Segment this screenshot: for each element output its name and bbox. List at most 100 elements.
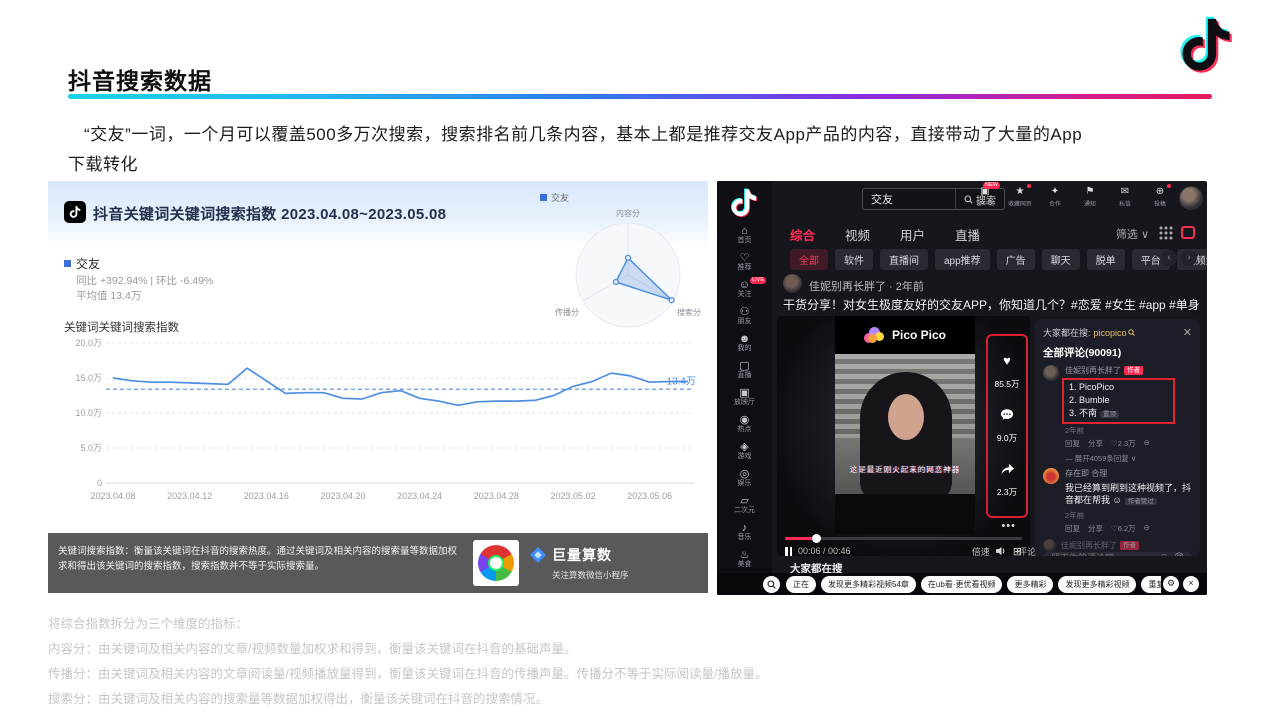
chip-软件[interactable]: 软件	[835, 249, 873, 270]
comment-input[interactable]	[1051, 553, 1154, 557]
search-input[interactable]	[863, 193, 955, 205]
chips-prev-icon[interactable]: ‹	[1161, 250, 1177, 266]
playback-speed[interactable]: 倍速	[972, 545, 990, 557]
comment-body: 佳妮别再长胖了作者1. PicoPico2. Bumble3. 不南置顶2年前回…	[1065, 365, 1161, 449]
footer-line: 内容分：由关键词及相关内容的文章/视频数量加权求和得到，衡量该关键词在抖音的基础…	[48, 637, 1238, 662]
pause-icon[interactable]	[785, 547, 792, 556]
share-button[interactable]: 分享	[1088, 523, 1103, 534]
sidebar-item-label: 首页	[717, 237, 772, 245]
related-search-row[interactable]: 大家都在搜: picopico ✕	[1043, 326, 1192, 339]
sidebar-item-label: 娱乐	[717, 480, 772, 488]
suggestion-chip[interactable]: 发现更多精彩视频	[1058, 576, 1136, 593]
suggestion-chip[interactable]: 更多精彩	[1007, 576, 1053, 593]
dislike-icon[interactable]: ⊖	[1144, 523, 1150, 534]
sidebar-item-二次元[interactable]: ▱二次元	[717, 495, 772, 522]
suggestion-chip[interactable]: 正在	[786, 576, 816, 593]
sidebar-item-关注[interactable]: ☺LIVE关注	[717, 279, 772, 306]
sidebar-item-推荐[interactable]: ♡推荐	[717, 252, 772, 279]
post-author-avatar[interactable]	[783, 274, 802, 293]
volume-icon[interactable]	[996, 546, 1007, 556]
like-icon[interactable]: ♥	[1003, 354, 1011, 367]
video-progress-bar[interactable]	[785, 537, 1022, 540]
post-author-line[interactable]: 佳妮别再长胖了 · 2年前	[809, 278, 924, 294]
footnote-bar: 关键词搜索指数：衡量该关键词在抖音的搜索热度。通过关键词及相关内容的搜索量等数据…	[48, 533, 708, 593]
topbar-action-收藏网页[interactable]: ★收藏网页	[1007, 186, 1033, 208]
picopico-cloud-icon	[864, 327, 886, 343]
live-badge: LIVE	[750, 277, 766, 284]
x-axis-tick: 2023.05.06	[627, 491, 672, 501]
reply-author: 佳妮别再长胖了	[1061, 540, 1117, 551]
douyin-screenshot: ⌂首页♡推荐☺LIVE关注⚇朋友☻我的▢直播▣放映厅◉热点◈游戏◎娱乐▱二次元♪…	[717, 181, 1207, 595]
chip-广告[interactable]: 广告	[997, 249, 1035, 270]
comment-item: 存在即 合理我已经算到刷到这种视频了，抖音都在帮我 ☺作者赞过2年前回复分享♡6…	[1043, 468, 1192, 534]
chip-直播间[interactable]: 直播间	[880, 249, 928, 270]
emoji-icon[interactable]: ☺	[1159, 552, 1169, 556]
comment-text: 我已经算到刷到这种视频了，抖音都在帮我 ☺作者赞过	[1065, 482, 1191, 508]
grid-view-icon[interactable]	[1159, 226, 1173, 240]
sidebar-item-美食[interactable]: ♨美食	[717, 549, 772, 576]
settings-gear-icon[interactable]: ⚙	[1163, 576, 1179, 592]
y-axis-tick: 5.0万	[80, 443, 102, 453]
share-button[interactable]: 分享	[1088, 438, 1103, 449]
single-column-view-icon[interactable]	[1181, 226, 1195, 239]
reply-button[interactable]: 回复	[1065, 438, 1080, 449]
like-count[interactable]: ♡2.3万	[1111, 438, 1136, 449]
chip-聊天[interactable]: 聊天	[1042, 249, 1080, 270]
time-display: 00:06 / 00:46	[798, 546, 851, 556]
sidebar-item-我的[interactable]: ☻我的	[717, 333, 772, 360]
comment-line: 1. PicoPico	[1069, 381, 1157, 394]
topbar-action-通知[interactable]: ⚑通知	[1077, 186, 1103, 208]
tab-用户[interactable]: 用户	[900, 225, 925, 244]
tiktok-logo-icon	[1180, 14, 1236, 76]
video-player[interactable]: Pico Pico 这是最近刚火起来的网恋神器 ♥ 85.5万 9.0万 2.3…	[777, 316, 1030, 556]
suggestion-chip[interactable]: 在ub看·更优看视频	[921, 576, 1003, 593]
video-subtitle: 这是最近刚火起来的网恋神器	[835, 464, 975, 475]
chip-全部[interactable]: 全部	[790, 249, 828, 270]
topbar-action-投稿[interactable]: ⊕投稿	[1147, 186, 1173, 208]
sidebar-item-首页[interactable]: ⌂首页	[717, 225, 772, 252]
expand-replies-link[interactable]: — 展开4059条回复 ∨	[1065, 453, 1192, 464]
x-axis-tick: 2023.04.24	[397, 491, 442, 501]
comment-icon[interactable]	[1000, 408, 1014, 421]
more-options-icon[interactable]: •••	[1001, 520, 1016, 532]
chip-脱单[interactable]: 脱单	[1087, 249, 1125, 270]
bottom-search-icon[interactable]	[763, 576, 780, 593]
sidebar-item-热点[interactable]: ◉热点	[717, 414, 772, 441]
dislike-icon[interactable]: ⊖	[1144, 438, 1150, 449]
sidebar-item-游戏[interactable]: ◈游戏	[717, 441, 772, 468]
comments-section-label[interactable]: 评论	[1018, 545, 1036, 558]
y-axis-tick: 0	[97, 478, 102, 488]
topbar-action-私信[interactable]: ✉私信	[1112, 186, 1138, 208]
mention-icon[interactable]: @	[1174, 552, 1184, 556]
user-avatar[interactable]	[1179, 186, 1203, 210]
sidebar-item-直播[interactable]: ▢直播	[717, 360, 772, 387]
like-count[interactable]: ♡6.2万	[1111, 523, 1136, 534]
reply-button[interactable]: 回复	[1065, 523, 1080, 534]
chip-app推荐[interactable]: app推荐	[935, 249, 990, 270]
tab-视频[interactable]: 视频	[845, 225, 870, 244]
close-icon[interactable]: ✕	[1183, 326, 1192, 339]
topbar-action-客户端[interactable]: ▣NEW客户端	[972, 186, 998, 208]
share-icon[interactable]	[1000, 462, 1015, 475]
suggestion-chip[interactable]: 重复存取视频	[1141, 576, 1161, 593]
sidebar-item-放映厅[interactable]: ▣放映厅	[717, 387, 772, 414]
sidebar-item-音乐[interactable]: ♪音乐	[717, 522, 772, 549]
topbar-action-合作[interactable]: ✦合作	[1042, 186, 1068, 208]
tab-直播[interactable]: 直播	[955, 225, 980, 244]
juliang-suanshu-logo-icon	[530, 547, 546, 563]
sidebar-item-娱乐[interactable]: ◎娱乐	[717, 468, 772, 495]
dismiss-icon[interactable]: ×	[1183, 576, 1199, 592]
suggestion-chips: 正在发现更多精彩视频54章在ub看·更优看视频更多精彩发现更多精彩视频重复存取视…	[786, 576, 1161, 593]
sidebar-item-label: 直播	[717, 372, 772, 380]
sidebar-item-朋友[interactable]: ⚇朋友	[717, 306, 772, 333]
progress-knob[interactable]	[812, 534, 821, 543]
suggestion-chip[interactable]: 发现更多精彩视频54章	[821, 576, 916, 593]
topbar-action-icon: ⚑	[1077, 186, 1103, 198]
footer-line: 搜索分：由关键词及相关内容的搜索量等数据加权得出，衡量该关键词在抖音的搜索情况。	[48, 687, 1238, 712]
tab-综合[interactable]: 综合	[790, 225, 815, 244]
filter-dropdown[interactable]: 筛选 ∨	[1116, 226, 1149, 242]
sidebar-item-icon: ▣	[717, 387, 772, 399]
picopico-wordmark: Pico Pico	[892, 328, 946, 342]
related-search-keyword[interactable]: picopico	[1094, 328, 1127, 338]
chips-next-icon[interactable]: ›	[1181, 250, 1197, 266]
